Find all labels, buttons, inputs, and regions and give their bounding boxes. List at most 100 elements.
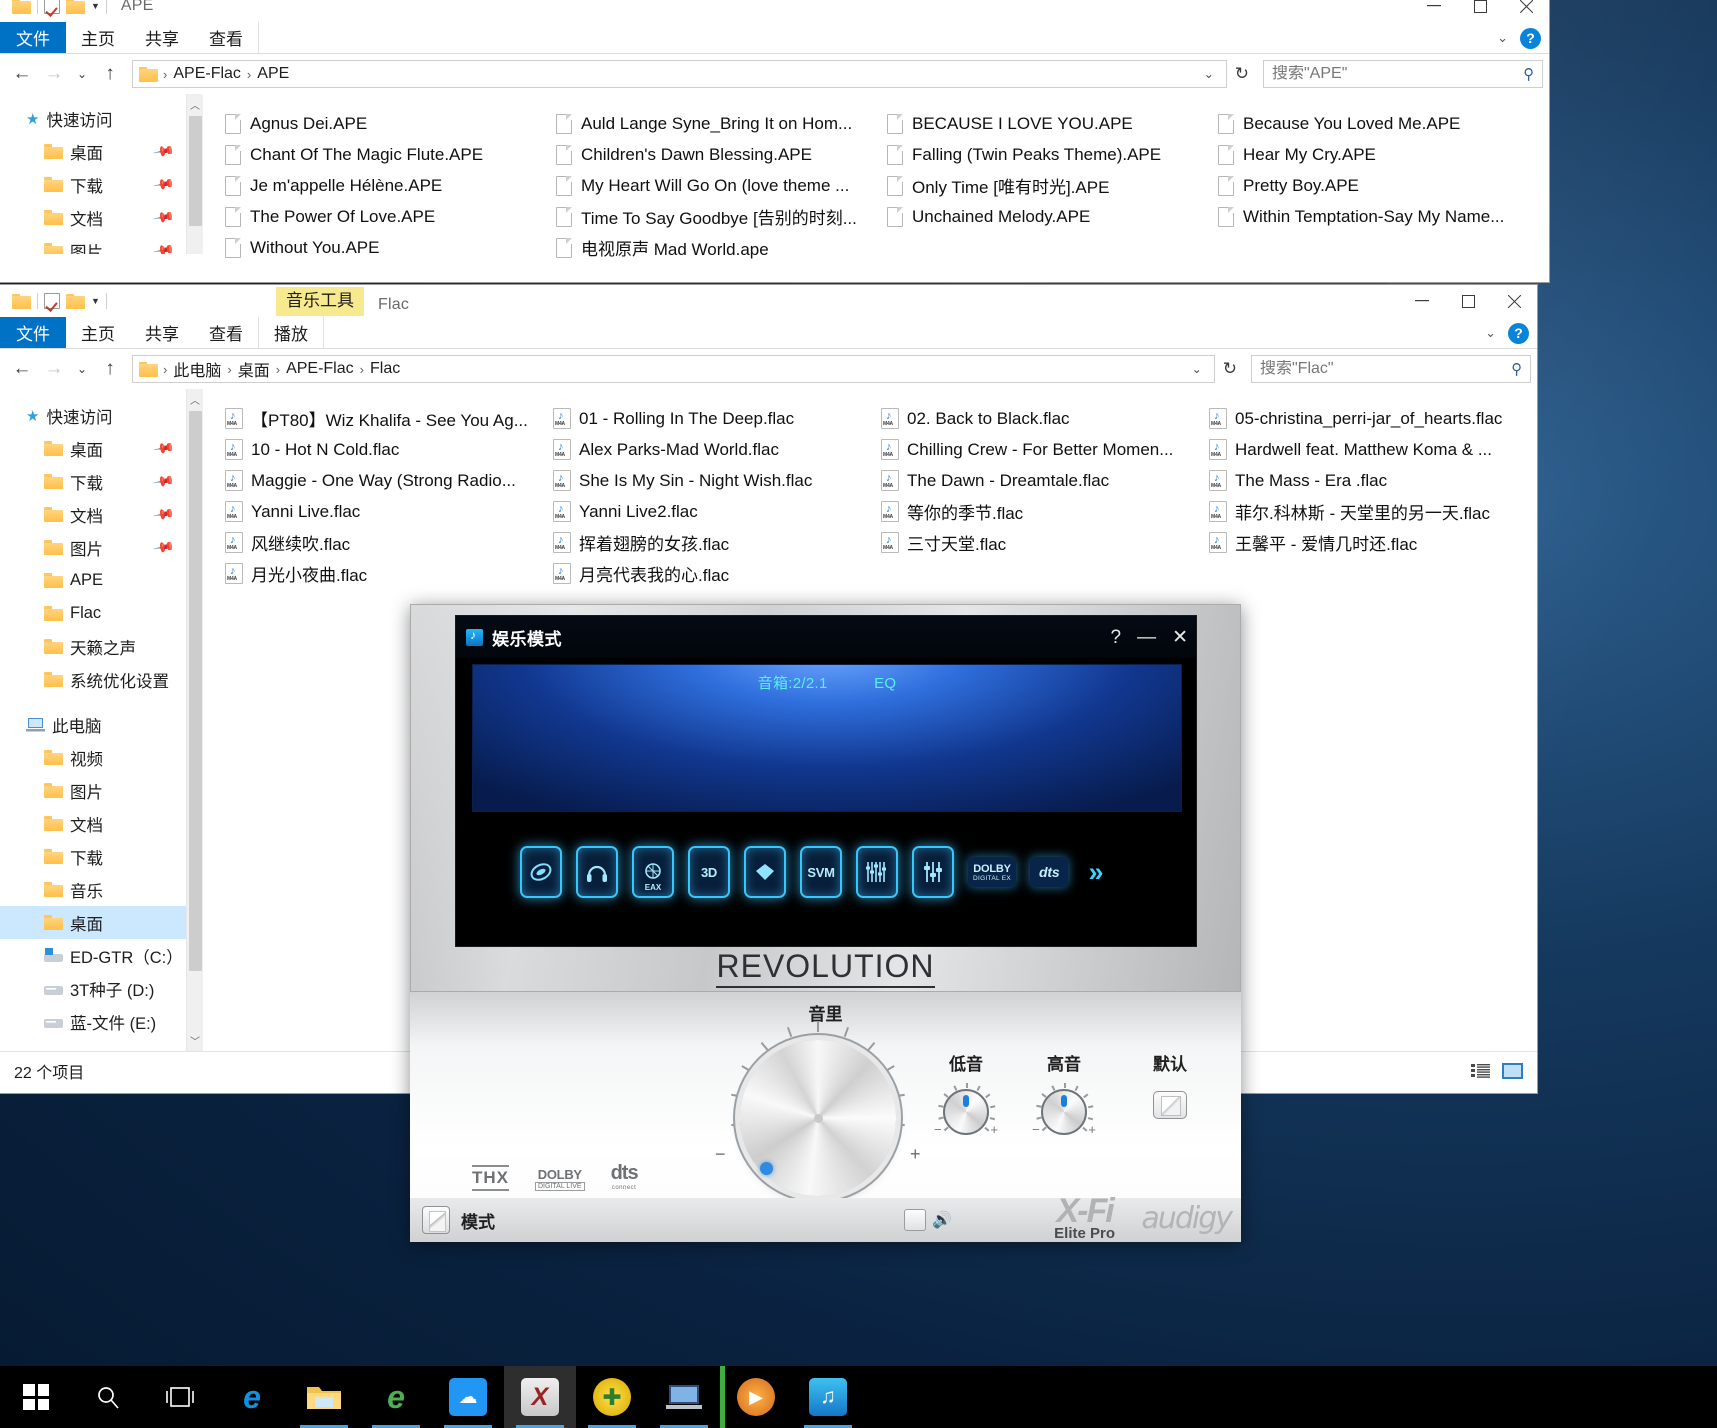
file-item[interactable]: Pretty Boy.APE [1218, 170, 1549, 201]
dts-badge[interactable]: dts [1030, 857, 1069, 887]
file-item[interactable]: ♪ M4A 王馨平 - 爱情几时还.flac [1209, 527, 1537, 558]
eax-icon[interactable]: EAX [632, 846, 674, 898]
tab-share[interactable]: 共享 [130, 317, 194, 348]
search-box[interactable]: ⚲ [1263, 60, 1543, 88]
address-bar[interactable]: ← → ⌄ ↑ › 此电脑 › 桌面 › APE-Flac › Flac ⌄ ↻… [0, 349, 1537, 389]
chevron-down-icon[interactable]: ⌄ [1485, 325, 1496, 341]
customize-caret-icon[interactable]: ▼ [91, 1, 100, 11]
nav-item-1[interactable]: 桌面 📌 [0, 432, 186, 465]
file-item[interactable]: Only Time [唯有时光].APE [887, 170, 1218, 201]
nav-item-7[interactable]: 天籁之声 [0, 630, 186, 663]
navigation-pane[interactable]: ★ 快速访问 桌面 📌 下载 📌 文档 📌 图片 📌 [0, 94, 186, 254]
file-item[interactable]: ♪ M4A Yanni Live2.flac [553, 496, 881, 527]
refresh-button[interactable]: ↻ [1215, 359, 1245, 379]
close-button[interactable] [1491, 285, 1537, 317]
crystalizer-icon[interactable] [520, 846, 562, 898]
close-button[interactable] [1503, 0, 1549, 22]
back-button[interactable]: ← [6, 353, 38, 385]
pin-icon[interactable]: 📌 [151, 140, 175, 164]
forward-button[interactable]: → [38, 353, 70, 385]
details-view-icon[interactable] [1469, 1061, 1491, 1081]
nav-pane-scrollbar[interactable]: ︿ [186, 94, 203, 254]
file-list-ape[interactable]: Agnus Dei.APE Auld Lange Syne_Bring It on… [203, 94, 1549, 259]
file-item[interactable]: ♪ M4A 月亮代表我的心.flac [553, 558, 881, 589]
breadcrumb-item-3[interactable]: Flac [365, 360, 405, 378]
dolby-digital-ex-badge[interactable]: DOLBY DIGITAL EX [968, 857, 1017, 887]
file-item[interactable]: ♪ M4A The Dawn - Dreamtale.flac [881, 465, 1209, 496]
breadcrumb-item-1[interactable]: APE [252, 65, 294, 83]
xfi-footer[interactable]: 模式 🔊 X-Fi Elite Pro audigy [410, 1194, 1241, 1242]
baidu-netdisk-button[interactable]: ☁ [432, 1366, 504, 1428]
pin-icon[interactable]: 📌 [151, 470, 175, 494]
search-box[interactable]: ⚲ [1251, 355, 1531, 383]
view-toggles[interactable] [1469, 1061, 1523, 1081]
breadcrumb-item-2[interactable]: APE-Flac [281, 360, 359, 378]
file-item[interactable]: Je m'appelle Hélène.APE [225, 170, 556, 201]
file-item[interactable]: Without You.APE [225, 232, 556, 263]
back-button[interactable]: ← [6, 58, 38, 90]
pin-icon[interactable]: 📌 [151, 173, 175, 197]
remote-button[interactable] [648, 1366, 720, 1428]
nav-item-14[interactable]: 音乐 [0, 873, 186, 906]
nav-item-2[interactable]: 下载 📌 [0, 465, 186, 498]
task-view-button[interactable] [144, 1366, 216, 1428]
chevron-right-more-icon[interactable]: » [1088, 857, 1103, 888]
maximize-button[interactable] [1445, 285, 1491, 317]
pin-icon[interactable]: 📌 [151, 437, 175, 461]
breadcrumb-item-1[interactable]: 桌面 [233, 357, 275, 381]
nav-item-desktop[interactable]: 桌面 📌 [0, 135, 186, 168]
breadcrumb-item-0[interactable]: APE-Flac [168, 65, 246, 83]
nav-item-pictures[interactable]: 图片 📌 [0, 234, 186, 254]
taskbar[interactable]: e e ☁ X ✚ ▶ ♫ [0, 1366, 1717, 1428]
file-item[interactable]: ♪ M4A 三寸天堂.flac [881, 527, 1209, 558]
nav-item-0[interactable]: ★ 快速访问 [0, 399, 186, 432]
breadcrumb-dropdown-icon[interactable]: ⌄ [1184, 362, 1210, 376]
file-item[interactable]: ♪ M4A 01 - Rolling In The Deep.flac [553, 403, 881, 434]
file-item[interactable]: My Heart Will Go On (love theme ... [556, 170, 887, 201]
file-item[interactable]: ♪ M4A 风继续吹.flac [225, 527, 553, 558]
nav-item-18[interactable]: 蓝-文件 (E:) [0, 1005, 186, 1038]
nav-item-16[interactable]: ED-GTR（C:） [0, 939, 186, 972]
tab-view[interactable]: 查看 [194, 317, 258, 348]
breadcrumb[interactable]: › 此电脑 › 桌面 › APE-Flac › Flac ⌄ [132, 355, 1215, 383]
music-app-button[interactable]: ♫ [792, 1366, 864, 1428]
recent-locations-icon[interactable]: ⌄ [70, 58, 94, 90]
nav-item-8[interactable]: 系统优化设置 [0, 663, 186, 696]
file-item[interactable]: ♪ M4A 挥着翅膀的女孩.flac [553, 527, 881, 558]
nav-item-9[interactable]: 此电脑 [0, 708, 186, 741]
search-input[interactable] [1272, 65, 1523, 83]
help-icon[interactable]: ? [1520, 27, 1541, 49]
file-item[interactable]: ♪ M4A 05-christina_perri-jar_of_hearts.fla… [1209, 403, 1537, 434]
tab-play[interactable]: 播放 [258, 317, 324, 348]
file-explorer-button[interactable] [288, 1366, 360, 1428]
nav-item-documents[interactable]: 文档 📌 [0, 201, 186, 234]
nav-item-10[interactable]: 视频 [0, 741, 186, 774]
nav-item-6[interactable]: Flac [0, 597, 186, 630]
xfi-title-bar[interactable]: 娱乐模式 ? — ✕ [456, 616, 1196, 658]
mute-checkbox[interactable] [904, 1209, 926, 1231]
file-item[interactable]: ♪ M4A Maggie - One Way (Strong Radio... [225, 465, 553, 496]
file-item[interactable]: ♪ M4A Alex Parks-Mad World.flac [553, 434, 881, 465]
nav-item-11[interactable]: 图片 [0, 774, 186, 807]
explorer-window-ape[interactable]: ▼ APE 文件 主页 共享 查看 ⌄ ? ← → ⌄ ↑ › APE-Flac… [0, 0, 1549, 282]
tab-file[interactable]: 文件 [0, 22, 66, 53]
nav-item-12[interactable]: 文档 [0, 807, 186, 840]
xfi-panel-button[interactable]: X [504, 1366, 576, 1428]
scroll-up-icon[interactable]: ︿ [187, 94, 203, 112]
media-player-button[interactable]: ▶ [720, 1366, 792, 1428]
edge-button[interactable]: e [216, 1366, 288, 1428]
file-item[interactable]: Falling (Twin Peaks Theme).APE [887, 139, 1218, 170]
properties-checkbox-icon[interactable] [44, 293, 60, 309]
scroll-up-icon[interactable]: ︿ [187, 389, 203, 407]
new-folder-icon[interactable] [66, 293, 85, 309]
new-folder-icon[interactable] [66, 0, 85, 14]
nav-item-13[interactable]: 下载 [0, 840, 186, 873]
window-controls[interactable] [1411, 0, 1549, 22]
up-button[interactable]: ↑ [94, 58, 126, 90]
file-item[interactable]: Because You Loved Me.APE [1218, 108, 1549, 139]
breadcrumb[interactable]: › APE-Flac › APE ⌄ [132, 60, 1227, 88]
breadcrumb-dropdown-icon[interactable]: ⌄ [1196, 67, 1222, 81]
default-control[interactable]: 默认 [1110, 1050, 1230, 1119]
search-icon[interactable]: ⚲ [1523, 65, 1534, 83]
scrollbar-thumb[interactable] [189, 411, 202, 971]
